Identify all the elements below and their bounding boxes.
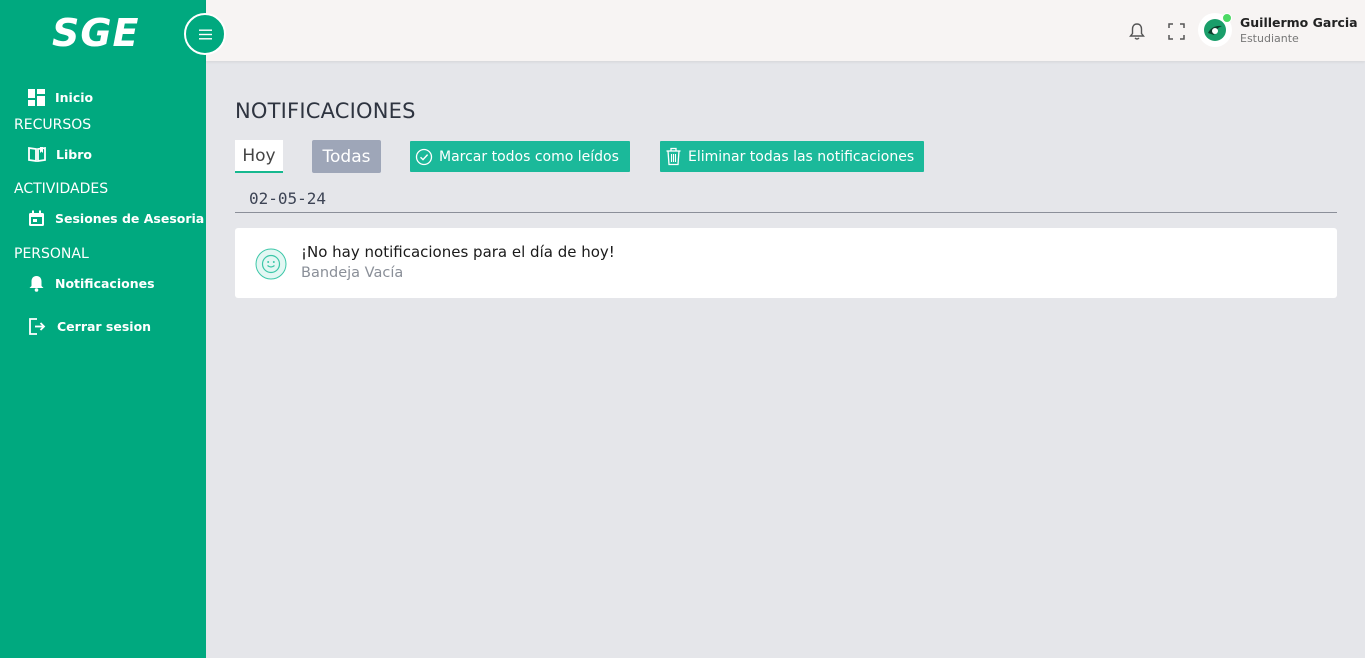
app-logo[interactable]: SGE [52, 13, 140, 53]
delete-all-button[interactable]: Eliminar todas las notificaciones [660, 141, 924, 172]
delete-all-label: Eliminar todas las notificaciones [688, 148, 915, 165]
user-name[interactable]: Guillermo Garcia [1240, 15, 1358, 30]
sidebar-item-label: Sesiones de Asesoria [55, 211, 205, 226]
sidebar-item-label: Cerrar sesion [57, 319, 152, 334]
mark-all-read-label: Marcar todos como leídos [439, 148, 619, 165]
date-label: 02-05-24 [249, 189, 327, 208]
page-title: NOTIFICACIONES [235, 99, 416, 123]
user-role: Estudiante [1240, 32, 1299, 45]
trash-icon [666, 147, 681, 166]
sidebar-item-label: Inicio [55, 90, 94, 105]
sidebar-item-sesiones[interactable]: Sesiones de Asesoria [28, 210, 204, 227]
sidebar-item-inicio[interactable]: Inicio [28, 89, 93, 106]
notification-subtitle: Bandeja Vacía [301, 265, 404, 281]
tab-hoy[interactable]: Hoy [235, 140, 283, 173]
sidebar-item-libro[interactable]: Libro [28, 146, 92, 162]
sidebar-item-label: Libro [56, 146, 92, 162]
notification-card: ¡No hay notificaciones para el día de ho… [235, 228, 1337, 298]
book-icon [28, 146, 46, 162]
top-bar: Guillermo Garcia Estudiante [206, 0, 1365, 61]
online-status-badge [1222, 13, 1232, 23]
smile-icon [255, 248, 287, 280]
check-circle-icon [415, 148, 433, 165]
fullscreen-icon [1167, 22, 1185, 40]
sidebar-item-cerrar-sesion[interactable]: Cerrar sesion [28, 317, 151, 336]
section-title-actividades: ACTIVIDADES [14, 181, 109, 197]
notification-title: ¡No hay notificaciones para el día de ho… [301, 243, 615, 261]
bell-outline-icon [1129, 22, 1145, 40]
tab-todas[interactable]: Todas [312, 140, 381, 173]
fullscreen-button[interactable] [1165, 20, 1187, 42]
mark-all-read-button[interactable]: Marcar todos como leídos [410, 141, 630, 172]
calendar-icon [29, 210, 44, 226]
menu-icon [198, 29, 212, 39]
logout-icon [29, 318, 46, 335]
dashboard-icon [28, 89, 45, 106]
menu-toggle-button[interactable] [184, 13, 226, 55]
bell-icon [29, 276, 44, 292]
sidebar: SGE Inicio RECURSOS Libro ACTIVIDADES Se… [0, 0, 206, 658]
sidebar-item-notificaciones[interactable]: Notificaciones [28, 275, 155, 292]
divider [235, 212, 1337, 213]
notifications-button[interactable] [1126, 20, 1148, 42]
sidebar-item-label: Notificaciones [55, 276, 155, 291]
section-title-recursos: RECURSOS [14, 117, 92, 133]
section-title-personal: PERSONAL [14, 246, 89, 262]
